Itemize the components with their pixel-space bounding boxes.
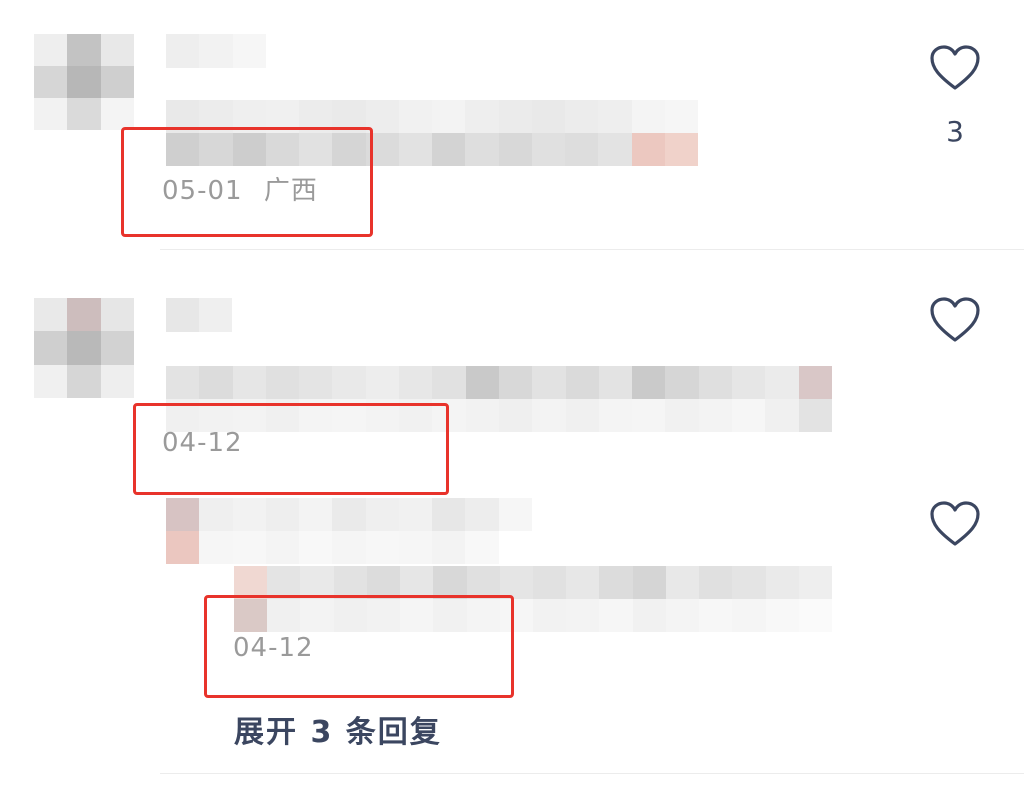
avatar[interactable] [34,34,134,130]
heart-outline-icon [930,501,980,546]
comment-date: 05-01 [162,176,243,206]
expand-replies-button[interactable]: 展开 3 条回复 [234,718,442,748]
avatar[interactable] [34,298,134,398]
like-button[interactable] [929,44,981,92]
divider [160,249,1024,250]
reply-date: 04-12 [233,633,314,663]
reply-avatar-username-redacted[interactable] [166,498,532,564]
like-count: 3 [946,115,964,148]
comment-meta: 05-01 广西 [162,178,318,204]
username-redacted[interactable] [166,298,232,332]
username-redacted[interactable] [166,34,266,68]
heart-outline-icon [930,297,980,342]
heart-outline-icon [930,45,980,90]
divider [160,773,1024,774]
like-button[interactable] [929,296,981,344]
comment-location: 广西 [263,176,318,206]
comment-meta: 04-12 [162,430,243,456]
like-button[interactable] [929,500,981,548]
comment-date: 04-12 [162,428,243,458]
reply-meta: 04-12 [233,635,314,661]
